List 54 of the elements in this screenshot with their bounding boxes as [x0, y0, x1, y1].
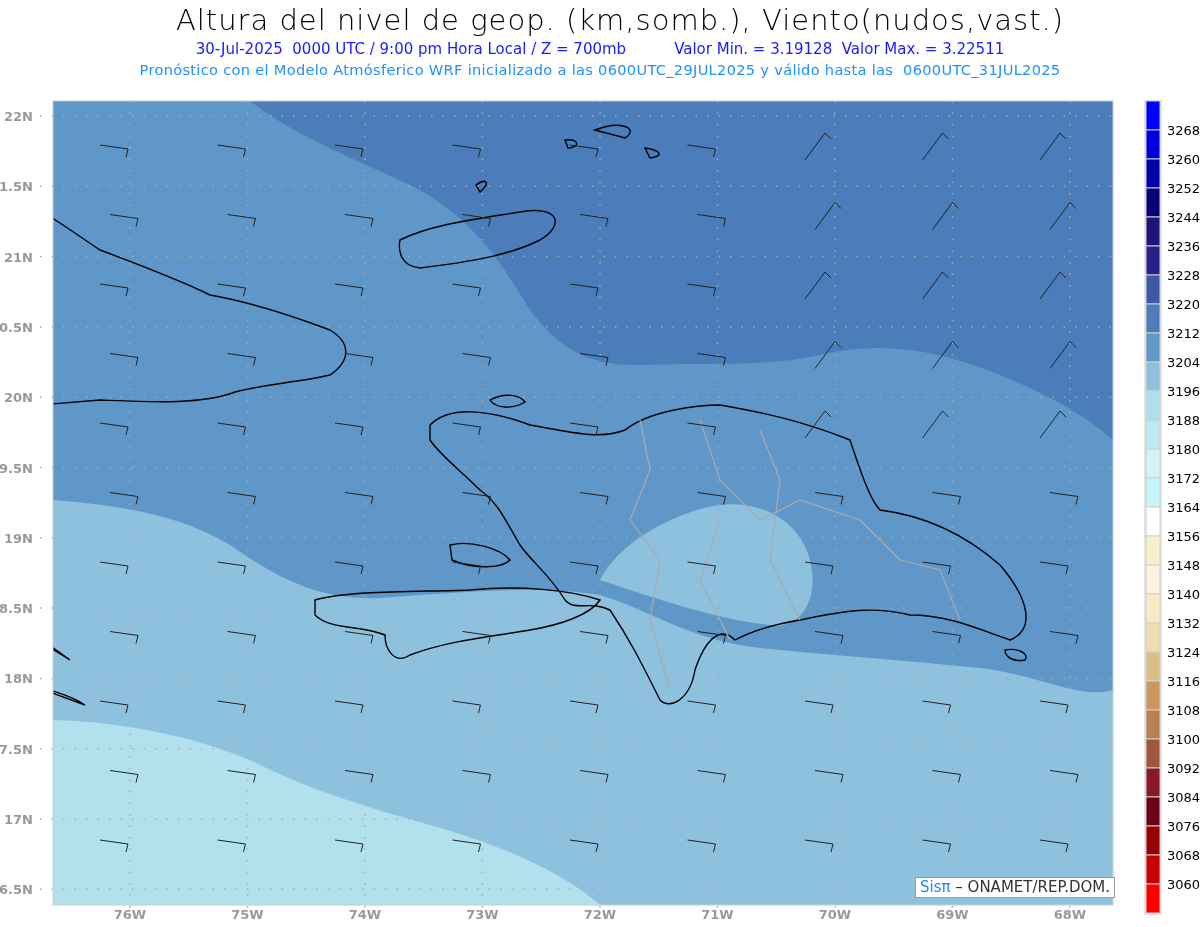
colorbar-label: 3124: [1167, 645, 1200, 660]
colorbar-label: 3180: [1167, 442, 1200, 457]
colorbar-label: 3172: [1167, 471, 1200, 486]
longitude-label: 75W: [231, 907, 264, 922]
latitude-label: 6.5N: [0, 882, 33, 898]
subtitle-text: 30-Jul-2025 0000 UTC / 9:00 pm Hora Local / Z = 700mb: [195, 39, 627, 60]
colorbar-label: 3156: [1167, 529, 1200, 544]
map-title: Altura del nivel de geop. (km,somb.), Viento(nudos,vast.): [174, 2, 1066, 38]
colorbar-label: 3116: [1167, 674, 1200, 689]
colorbar-label: 3228: [1167, 268, 1200, 283]
colorbar-label: 3220: [1167, 297, 1200, 312]
colorbar-label: 3148: [1167, 558, 1200, 573]
latitude-label: 17N: [4, 812, 33, 827]
longitude-label: 76W: [113, 907, 147, 922]
latitude-label: 7.5N: [0, 741, 33, 757]
longitude-label: 73W: [466, 907, 499, 922]
colorbar-label: 3108: [1167, 703, 1200, 718]
longitude-label: 70W: [818, 907, 852, 922]
latitude-label: 20N: [4, 390, 33, 406]
colorbar-label: 3212: [1167, 326, 1200, 341]
colorbar-label: 3068: [1167, 848, 1200, 863]
latitude-label: 1.5N: [0, 179, 33, 195]
brand-text: Sisπ: [920, 878, 951, 896]
credit-text: – ONAMET/REP.DOM.: [955, 878, 1110, 896]
latitude-label: 9.5N: [0, 460, 33, 476]
longitude-label: 68W: [1053, 907, 1087, 922]
colorbar-label: 3084: [1167, 790, 1200, 805]
colorbar-label: 3188: [1167, 413, 1200, 428]
longitude-label: 71W: [701, 907, 734, 922]
colorbar-label: 3196: [1167, 384, 1200, 399]
colorbar-label: 3204: [1167, 355, 1200, 370]
latitude-label: 21N: [4, 249, 33, 265]
colorbar-label: 3244: [1167, 210, 1200, 225]
colorbar-label: 3164: [1167, 500, 1200, 515]
colorbar-label: 3268: [1167, 123, 1200, 138]
colorbar-label: 3100: [1167, 732, 1200, 747]
colorbar-label: 3252: [1167, 181, 1200, 196]
colorbar-label: 3236: [1167, 239, 1200, 254]
latitude-label: 8.5N: [0, 601, 33, 617]
subtitle-text: Valor Min. = 3.19128 Valor Max. = 3.22511: [674, 39, 1005, 60]
latitude-label: 18N: [4, 671, 33, 687]
colorbar-label: 3092: [1167, 761, 1200, 776]
colorbar-label: 3132: [1167, 616, 1200, 631]
forecast-note: Pronóstico con el Modelo Atmósferico WRF inicializado a las 0600UTC_29JUL2025 y válido hasta las 0600UTC_31JUL2025: [138, 60, 1062, 80]
longitude-label: 72W: [583, 907, 617, 922]
latitude-label: 22N: [4, 109, 33, 124]
longitude-label: 74W: [348, 907, 382, 922]
colorbar-label: 3076: [1167, 819, 1200, 834]
colorbar-label: 3140: [1167, 587, 1200, 602]
latitude-label: 0.5N: [0, 319, 33, 335]
colorbar-label: 3260: [1167, 152, 1200, 167]
latitude-label: 19N: [4, 530, 33, 546]
colorbar-label: 3060: [1167, 877, 1200, 892]
longitude-label: 69W: [936, 907, 969, 922]
